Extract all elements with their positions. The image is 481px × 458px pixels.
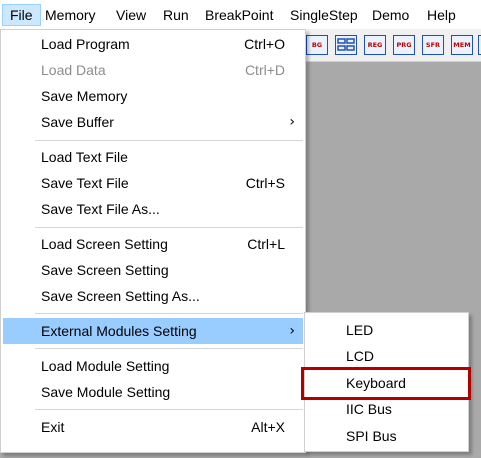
menu-item-external-modules-setting[interactable]: External Modules Setting › xyxy=(3,318,303,344)
menu-item-label: Load Program xyxy=(41,36,130,52)
submenu-item-label: LED xyxy=(346,322,374,338)
menu-item-save-screen-setting-as[interactable]: Save Screen Setting As... xyxy=(3,283,303,309)
menu-breakpoint[interactable]: BreakPoint xyxy=(198,4,280,26)
submenu-item-spi-bus[interactable]: SPI Bus xyxy=(307,423,466,449)
menu-item-label: Load Text File xyxy=(41,149,128,165)
menu-help[interactable]: Help xyxy=(420,4,463,26)
chevron-right-icon: › xyxy=(289,323,295,339)
menu-item-label: Exit xyxy=(41,419,65,435)
menu-separator xyxy=(35,409,303,410)
menu-item-label: Load Data xyxy=(41,62,106,78)
menu-singlestep[interactable]: SingleStep xyxy=(283,4,365,26)
menu-item-shortcut: Ctrl+D xyxy=(244,62,285,78)
menu-separator xyxy=(35,227,303,228)
menu-memory[interactable]: Memory xyxy=(38,4,103,26)
menu-item-label: Save Memory xyxy=(41,88,128,104)
menu-bar: File Memory View Run BreakPoint SingleSt… xyxy=(0,0,481,30)
menu-item-label: Load Screen Setting xyxy=(41,236,168,252)
submenu-item-led[interactable]: LED xyxy=(307,317,466,343)
menu-file[interactable]: File xyxy=(2,4,41,26)
menu-item-label: Save Text File xyxy=(41,175,129,191)
menu-item-load-text-file[interactable]: Load Text File xyxy=(3,144,303,170)
toolbar: BG REG PRG SFR MEM xyxy=(300,30,481,62)
toolbar-sfr-button[interactable]: SFR xyxy=(422,35,444,55)
menu-view[interactable]: View xyxy=(109,4,153,26)
menu-item-load-program[interactable]: Load Program Ctrl+O xyxy=(3,31,303,57)
menu-item-shortcut: Alt+X xyxy=(251,419,285,435)
menu-item-load-data: Load Data Ctrl+D xyxy=(3,57,303,83)
file-menu: Load Program Ctrl+O Load Data Ctrl+D Sav… xyxy=(0,29,306,453)
menu-separator xyxy=(35,348,303,349)
toolbar-grid-button[interactable] xyxy=(335,35,357,55)
menu-item-shortcut: Ctrl+L xyxy=(247,236,285,252)
submenu-item-lcd[interactable]: LCD xyxy=(307,343,466,369)
menu-item-save-module-setting[interactable]: Save Module Setting xyxy=(3,379,303,405)
chevron-right-icon: › xyxy=(289,114,295,130)
menu-item-save-text-file-as[interactable]: Save Text File As... xyxy=(3,196,303,222)
menu-separator xyxy=(35,140,303,141)
menu-item-shortcut: Ctrl+S xyxy=(245,175,285,191)
annotation-highlight-box xyxy=(301,367,471,400)
toolbar-reg-button[interactable]: REG xyxy=(364,35,386,55)
menu-item-exit[interactable]: Exit Alt+X xyxy=(3,414,303,440)
menu-item-load-screen-setting[interactable]: Load Screen Setting Ctrl+L xyxy=(3,231,303,257)
menu-item-save-screen-setting[interactable]: Save Screen Setting xyxy=(3,257,303,283)
menu-run[interactable]: Run xyxy=(156,4,196,26)
menu-item-label: Save Screen Setting xyxy=(41,262,169,278)
menu-item-label: Load Module Setting xyxy=(41,358,170,374)
menu-item-save-text-file[interactable]: Save Text File Ctrl+S xyxy=(3,170,303,196)
grid-icon xyxy=(337,38,355,51)
menu-item-load-module-setting[interactable]: Load Module Setting xyxy=(3,353,303,379)
menu-demo[interactable]: Demo xyxy=(365,4,416,26)
menu-item-label: Save Screen Setting As... xyxy=(41,288,200,304)
menu-item-save-memory[interactable]: Save Memory xyxy=(3,83,303,109)
menu-item-shortcut: Ctrl+O xyxy=(244,36,285,52)
menu-item-save-buffer[interactable]: Save Buffer › xyxy=(3,109,303,135)
submenu-item-label: SPI Bus xyxy=(346,428,397,444)
menu-item-label: Save Buffer xyxy=(41,114,114,130)
toolbar-prg-button[interactable]: PRG xyxy=(393,35,415,55)
menu-separator xyxy=(35,313,303,314)
toolbar-partial-button[interactable]: BG xyxy=(306,35,328,55)
menu-item-label: Save Text File As... xyxy=(41,201,160,217)
submenu-item-label: LCD xyxy=(346,348,375,364)
menu-item-label: External Modules Setting xyxy=(41,323,197,339)
menu-item-label: Save Module Setting xyxy=(41,384,171,400)
toolbar-mem-button[interactable]: MEM xyxy=(451,35,473,55)
